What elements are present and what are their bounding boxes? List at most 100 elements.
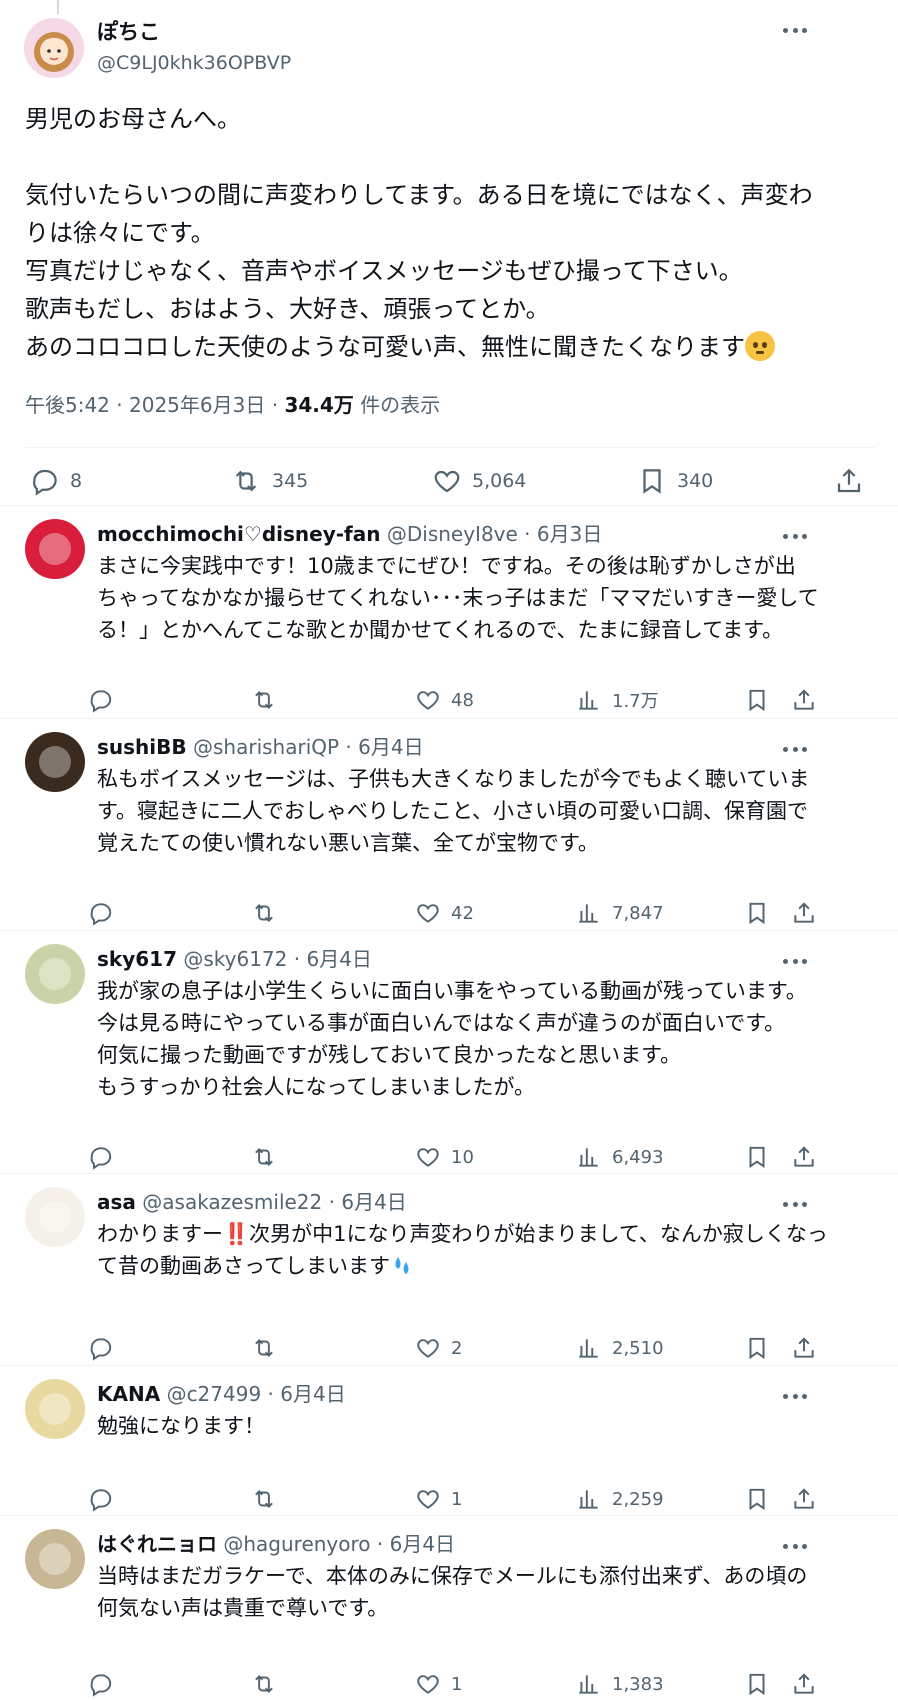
- reply-avatar[interactable]: [25, 732, 85, 792]
- author-name[interactable]: ぽちこ: [97, 18, 160, 46]
- reply-author-name[interactable]: sky617: [97, 947, 177, 971]
- heart-icon: [417, 1339, 439, 1358]
- repost-button[interactable]: 345: [230, 466, 308, 496]
- more-options-icon[interactable]: [782, 1386, 808, 1406]
- repost-icon: [255, 691, 273, 709]
- like-button[interactable]: 2: [415, 1330, 462, 1366]
- like-count: 10: [451, 1146, 474, 1168]
- reply-action-bar: 1 2,259: [0, 1481, 898, 1517]
- reply-header: sky617 @sky6172 · 6月4日: [97, 945, 838, 973]
- like-button[interactable]: 5,064: [432, 466, 526, 496]
- views-button[interactable]: 1,383: [576, 1666, 664, 1700]
- reply-button[interactable]: [88, 895, 114, 931]
- reply-author-name[interactable]: sushiBB: [97, 735, 187, 759]
- views-button[interactable]: 7,847: [576, 895, 664, 931]
- post-text-line: あのコロコロした天使のような可愛い声、無性に聞きたくなります: [25, 333, 745, 361]
- bookmark-count: 340: [677, 470, 714, 492]
- reply-date[interactable]: 6月4日: [358, 735, 423, 759]
- reply-date[interactable]: 6月4日: [306, 947, 371, 971]
- bookmark-button[interactable]: [744, 1666, 770, 1700]
- views-button[interactable]: 6,493: [576, 1139, 664, 1175]
- post-text: 男児のお母さんへ。 気付いたらいつの間に声変わりしてます。ある日を境にではなく、…: [25, 100, 875, 366]
- repost-button[interactable]: [250, 1139, 278, 1175]
- reply-author-name[interactable]: KANA: [97, 1382, 160, 1406]
- post-date[interactable]: 2025年6月3日: [129, 393, 265, 417]
- like-button[interactable]: 1: [415, 1481, 462, 1517]
- like-button[interactable]: 42: [415, 895, 474, 931]
- reply-count: 8: [70, 470, 83, 492]
- reply-author-handle[interactable]: @c27499: [167, 1382, 262, 1406]
- reply-author-handle[interactable]: @hagurenyoro: [223, 1532, 370, 1556]
- more-options-icon[interactable]: [782, 1536, 808, 1556]
- reply-author-name[interactable]: asa: [97, 1190, 136, 1214]
- reply-button[interactable]: [88, 1139, 114, 1175]
- heart-icon: [417, 1148, 439, 1167]
- share-button[interactable]: [791, 1481, 817, 1517]
- reply-avatar[interactable]: [25, 1379, 85, 1439]
- reply-author-handle[interactable]: @sky6172: [183, 947, 287, 971]
- reply-author-name[interactable]: はぐれニョロ: [97, 1532, 217, 1556]
- reply-button[interactable]: 8: [30, 466, 82, 496]
- post-time[interactable]: 午後5:42: [25, 393, 110, 417]
- more-options-icon[interactable]: [782, 739, 808, 759]
- reply-author-handle[interactable]: @DisneyI8ve: [387, 522, 518, 546]
- bookmark-button[interactable]: [744, 1330, 770, 1366]
- reply-date[interactable]: 6月4日: [341, 1190, 406, 1214]
- reply-avatar[interactable]: [25, 1187, 85, 1247]
- analytics-icon: [579, 1490, 598, 1509]
- repost-button[interactable]: [250, 1666, 278, 1700]
- more-options-icon[interactable]: [782, 951, 808, 971]
- repost-button[interactable]: [250, 895, 278, 931]
- reply-avatar[interactable]: [25, 944, 85, 1004]
- share-button[interactable]: [834, 466, 864, 496]
- repost-button[interactable]: [250, 682, 278, 718]
- views-button[interactable]: 2,510: [576, 1330, 664, 1366]
- bookmark-button[interactable]: [744, 895, 770, 931]
- post-text-line: 歌声もだし、おはよう、大好き、頑張ってとか。: [25, 295, 550, 323]
- like-button[interactable]: 1: [415, 1666, 462, 1700]
- more-options-icon[interactable]: [782, 20, 808, 40]
- like-button[interactable]: 10: [415, 1139, 474, 1175]
- reply-date[interactable]: 6月4日: [390, 1532, 455, 1556]
- reply-text: 当時はまだガラケーで、本体のみに保存でメールにも添付出来ず、あの頃の 何気ない声…: [97, 1560, 872, 1624]
- reply-author-handle[interactable]: @sharishariQP: [193, 735, 339, 759]
- like-button[interactable]: 48: [415, 682, 474, 718]
- post-text-line: 男児のお母さんへ。: [25, 105, 241, 133]
- author-handle[interactable]: @C9LJ0khk36OPBVP: [97, 50, 291, 76]
- bookmark-button[interactable]: [744, 682, 770, 718]
- post-action-bar: 8 345 5,064 340: [0, 462, 898, 506]
- more-options-icon[interactable]: [782, 526, 808, 546]
- share-button[interactable]: [791, 682, 817, 718]
- reply-avatar[interactable]: [25, 1529, 85, 1589]
- heart-icon: [434, 470, 460, 493]
- reply-button[interactable]: [88, 1330, 114, 1366]
- repost-icon: [255, 1339, 273, 1357]
- reply-author-name[interactable]: mocchimochi♡disney-fan: [97, 522, 381, 546]
- reply-icon: [90, 903, 112, 926]
- bookmark-button[interactable]: [744, 1139, 770, 1175]
- views-button[interactable]: 2,259: [576, 1481, 664, 1517]
- reply-button[interactable]: [88, 1666, 114, 1700]
- heart-icon: [417, 904, 439, 923]
- share-icon: [794, 1673, 814, 1694]
- reply-icon: [33, 469, 57, 496]
- reply-button[interactable]: [88, 1481, 114, 1517]
- reply-author-handle[interactable]: @asakazesmile22: [142, 1190, 322, 1214]
- share-button[interactable]: [791, 1330, 817, 1366]
- bookmark-button[interactable]: [744, 1481, 770, 1517]
- share-button[interactable]: [791, 1139, 817, 1175]
- reply-button[interactable]: [88, 682, 114, 718]
- bookmark-button[interactable]: 340: [637, 466, 713, 496]
- reply-date[interactable]: 6月3日: [537, 522, 602, 546]
- more-options-icon[interactable]: [782, 1194, 808, 1214]
- reply-avatar[interactable]: [25, 519, 85, 579]
- repost-button[interactable]: [250, 1481, 278, 1517]
- reply-text-content: わかりますー‼️次男が中1になり声変わりが始まりまして、なんか寂しくなっ て昔の…: [97, 1222, 828, 1278]
- repost-button[interactable]: [250, 1330, 278, 1366]
- views-button[interactable]: 1.7万: [576, 682, 659, 718]
- author-avatar[interactable]: [24, 18, 84, 78]
- share-button[interactable]: [791, 1666, 817, 1700]
- reply-text-content: 勉強になります！: [97, 1414, 265, 1438]
- reply-date[interactable]: 6月4日: [280, 1382, 345, 1406]
- share-button[interactable]: [791, 895, 817, 931]
